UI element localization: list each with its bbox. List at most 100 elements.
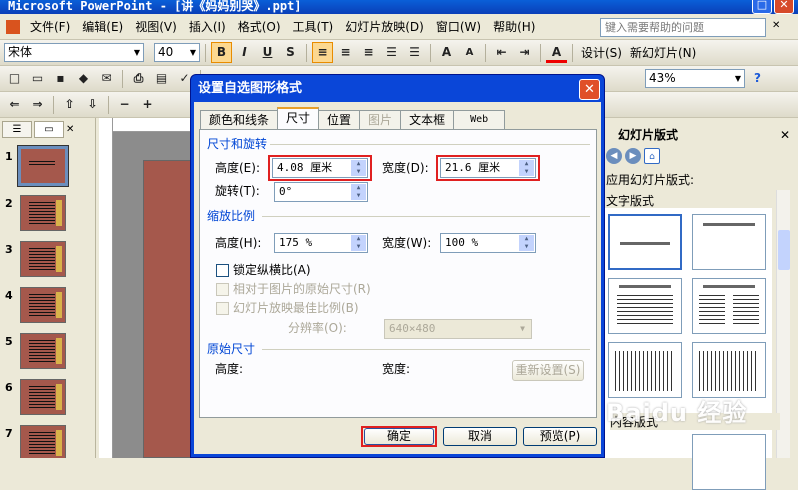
- back-icon[interactable]: ◀: [606, 148, 622, 164]
- close-window-button[interactable]: ✕: [774, 0, 794, 14]
- spin-arrows-icon[interactable]: ▲ ▼: [351, 235, 366, 251]
- numbering-button[interactable]: ☰: [381, 42, 402, 63]
- spin-arrows-icon[interactable]: ▲ ▼: [351, 160, 366, 176]
- tab-textbox[interactable]: 文本框: [400, 110, 455, 129]
- slide-preview: [20, 195, 66, 231]
- font-size-select[interactable]: 40 ▼: [154, 43, 200, 62]
- print-preview-icon[interactable]: ▤: [151, 68, 172, 89]
- scale-height-input[interactable]: 175 % ▲ ▼: [274, 233, 368, 253]
- italic-button[interactable]: I: [234, 42, 255, 63]
- tab-position[interactable]: 位置: [318, 110, 361, 129]
- help-search-input[interactable]: 键入需要帮助的问题: [600, 18, 766, 37]
- menu-tools[interactable]: 工具(T): [287, 18, 340, 35]
- save-icon[interactable]: ▪: [50, 68, 71, 89]
- move-up-icon[interactable]: ⇧: [59, 94, 80, 115]
- menu-insert[interactable]: 插入(I): [183, 18, 232, 35]
- scrollbar-thumb[interactable]: [778, 230, 790, 270]
- forward-icon[interactable]: ▶: [625, 148, 641, 164]
- layout-vertical-title[interactable]: [692, 342, 766, 398]
- layout-two-column[interactable]: [692, 278, 766, 334]
- font-color-button[interactable]: A: [546, 42, 567, 63]
- collapse-icon[interactable]: −: [114, 94, 135, 115]
- align-left-button[interactable]: ≡: [312, 42, 333, 63]
- ok-button[interactable]: 确定: [364, 428, 434, 445]
- spin-arrows-icon[interactable]: ▲ ▼: [519, 235, 534, 251]
- bold-button[interactable]: B: [211, 42, 232, 63]
- outline-tab[interactable]: ☰: [2, 121, 32, 138]
- slide-preview: [17, 145, 69, 187]
- cancel-button[interactable]: 取消: [443, 427, 517, 446]
- underline-button[interactable]: U: [257, 42, 278, 63]
- email-icon[interactable]: ✉: [96, 68, 117, 89]
- home-icon[interactable]: ⌂: [644, 148, 660, 164]
- maximize-button[interactable]: □: [752, 0, 772, 14]
- tab-colors-lines[interactable]: 颜色和线条: [200, 110, 279, 129]
- shrink-font-button[interactable]: A: [459, 42, 480, 63]
- new-slide-button[interactable]: 新幻灯片(N): [627, 44, 699, 61]
- menu-file[interactable]: 文件(F): [24, 18, 76, 35]
- design-button[interactable]: 设计(S): [578, 44, 625, 61]
- tab-size[interactable]: 尺寸: [277, 107, 320, 129]
- open-folder-icon[interactable]: ▭: [27, 68, 48, 89]
- promote-icon[interactable]: ⇐: [4, 94, 25, 115]
- expand-icon[interactable]: +: [137, 94, 158, 115]
- preview-button[interactable]: 预览(P): [523, 427, 597, 446]
- group-divider: [270, 144, 590, 145]
- slide-thumbnail[interactable]: 5: [0, 333, 96, 379]
- align-right-button[interactable]: ≡: [358, 42, 379, 63]
- layout-vertical-text[interactable]: [608, 342, 682, 398]
- print-icon[interactable]: ⎙: [128, 68, 149, 89]
- slide-thumbnail[interactable]: 3: [0, 241, 96, 287]
- layout-content[interactable]: [692, 434, 766, 490]
- permission-icon[interactable]: ◆: [73, 68, 94, 89]
- width-input[interactable]: 21.6 厘米 ▲ ▼: [440, 158, 536, 178]
- menu-edit[interactable]: 编辑(E): [76, 18, 129, 35]
- zoom-select[interactable]: 43% ▼: [645, 69, 745, 88]
- scale-width-input[interactable]: 100 % ▲ ▼: [440, 233, 536, 253]
- increase-indent-button[interactable]: ⇥: [514, 42, 535, 63]
- menu-help[interactable]: 帮助(H): [487, 18, 541, 35]
- slide-thumbnail[interactable]: 4: [0, 287, 96, 333]
- demote-icon[interactable]: ⇒: [27, 94, 48, 115]
- rotation-label: 旋转(T):: [215, 184, 260, 198]
- layout-title-text[interactable]: [608, 278, 682, 334]
- spin-arrows-icon[interactable]: ▲ ▼: [519, 160, 534, 176]
- window-controls: □ ✕: [752, 0, 794, 14]
- slide-thumbnail[interactable]: 6: [0, 379, 96, 425]
- height-input[interactable]: 4.08 厘米 ▲ ▼: [272, 158, 368, 178]
- original-height-label: 高度:: [215, 362, 244, 376]
- rotation-input[interactable]: 0° ▲ ▼: [274, 182, 368, 202]
- shadow-button[interactable]: S: [280, 42, 301, 63]
- slide-thumbnail[interactable]: 1: [0, 145, 96, 194]
- close-panel-icon[interactable]: ✕: [66, 121, 80, 139]
- font-name-select[interactable]: 宋体 ▼: [4, 43, 144, 62]
- align-center-button[interactable]: ≡: [335, 42, 356, 63]
- height-value: 4.08 厘米: [277, 161, 333, 174]
- menu-view[interactable]: 视图(V): [129, 18, 183, 35]
- new-file-icon[interactable]: □: [4, 68, 25, 89]
- width-label: 宽度(D):: [382, 161, 429, 175]
- spin-arrows-icon[interactable]: ▲ ▼: [351, 184, 366, 200]
- slide-thumbnail[interactable]: 2: [0, 195, 96, 241]
- layout-title-only[interactable]: [608, 214, 682, 270]
- close-doc-icon[interactable]: ✕: [772, 20, 780, 31]
- menu-format[interactable]: 格式(O): [232, 18, 287, 35]
- menu-window[interactable]: 窗口(W): [430, 18, 487, 35]
- best-scale-label: 幻灯片放映最佳比例(B): [233, 301, 359, 315]
- dialog-close-button[interactable]: ✕: [579, 79, 600, 100]
- tab-web[interactable]: Web: [453, 110, 506, 129]
- bullets-button[interactable]: ☰: [404, 42, 425, 63]
- lock-aspect-checkbox[interactable]: [216, 264, 229, 277]
- close-icon[interactable]: ✕: [780, 126, 790, 144]
- slide-thumbnail[interactable]: 7: [0, 425, 96, 458]
- move-down-icon[interactable]: ⇩: [82, 94, 103, 115]
- task-pane-header: 幻灯片版式 ✕: [604, 126, 798, 144]
- help-icon[interactable]: ?: [747, 68, 768, 89]
- slides-tab[interactable]: ▭: [34, 121, 64, 138]
- original-size-group-label: 原始尺寸: [207, 342, 256, 356]
- toolbar-separator: [430, 43, 431, 62]
- decrease-indent-button[interactable]: ⇤: [491, 42, 512, 63]
- menu-slideshow[interactable]: 幻灯片放映(D): [339, 18, 430, 35]
- grow-font-button[interactable]: A: [436, 42, 457, 63]
- layout-title[interactable]: [692, 214, 766, 270]
